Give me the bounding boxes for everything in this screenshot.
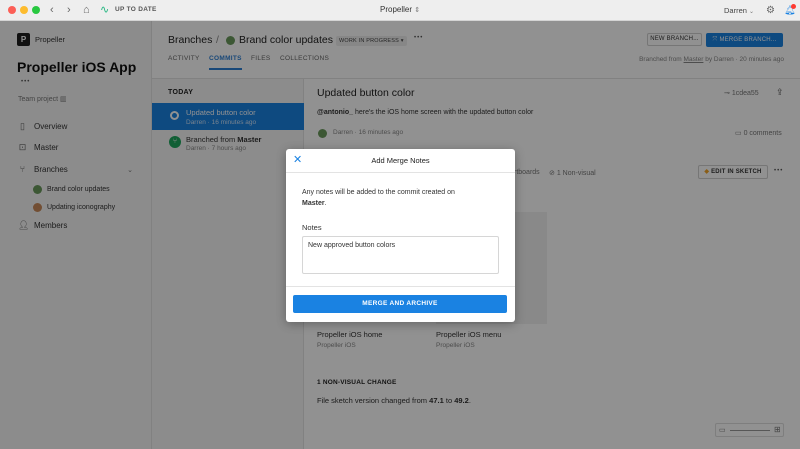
merge-and-archive-button[interactable]: MERGE AND ARCHIVE: [293, 295, 507, 313]
notes-textarea[interactable]: New approved button colors: [302, 236, 499, 274]
home-icon[interactable]: ⌂: [83, 4, 90, 17]
dialog-title: Add Merge Notes: [371, 156, 430, 165]
dialog-header: ✕ Add Merge Notes: [286, 149, 515, 173]
notes-label: Notes: [302, 223, 322, 232]
user-name: Darren: [724, 6, 747, 15]
activity-pulse-icon: ∿: [100, 4, 110, 16]
user-menu[interactable]: Darren ⌄: [724, 6, 754, 15]
notification-dot: [791, 4, 796, 9]
minimize-window-button[interactable]: [20, 6, 28, 14]
close-window-button[interactable]: [8, 6, 16, 14]
project-switcher[interactable]: Propeller ⇕: [380, 5, 420, 14]
dialog-description: Any notes will be added to the commit cr…: [302, 189, 455, 207]
chevron-updown-icon: ⇕: [414, 7, 421, 14]
merge-notes-dialog: ✕ Add Merge Notes Any notes will be adde…: [286, 149, 515, 322]
zoom-window-button[interactable]: [32, 6, 40, 14]
forward-arrow-icon[interactable]: ›: [67, 4, 71, 17]
dialog-divider: [286, 286, 515, 287]
back-arrow-icon[interactable]: ‹: [50, 4, 54, 17]
gear-icon[interactable]: ⚙: [766, 4, 775, 17]
app-title: Propeller: [380, 5, 413, 14]
sync-status: UP TO DATE: [115, 6, 157, 13]
window-titlebar: ‹ › ⌂ ∿ UP TO DATE Propeller ⇕ Darren ⌄ …: [0, 0, 800, 21]
chevron-down-icon: ⌄: [749, 9, 755, 15]
